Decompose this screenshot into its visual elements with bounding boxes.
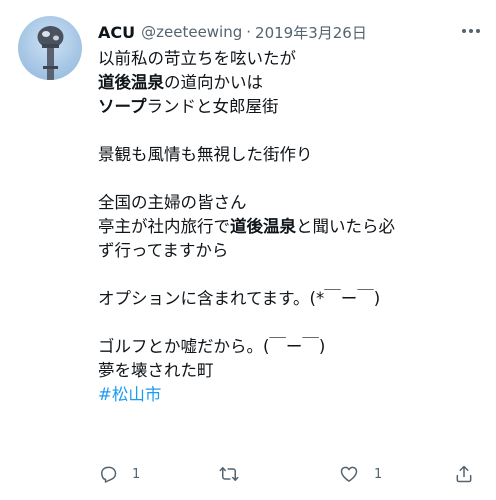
tweet-text-line: 景観も風情も無視した街作り (98, 143, 480, 167)
like-icon (338, 464, 360, 484)
tweet-text-line: 亭主が社内旅行で道後温泉と聞いたら必 (98, 215, 480, 239)
text-segment: と聞いたら必 (296, 217, 395, 236)
tweet-date[interactable]: 2019年3月26日 (255, 22, 367, 43)
reply-icon (98, 464, 118, 484)
tweet-header: ACU @zeeteewing · 2019年3月26日 (98, 19, 484, 45)
bold-text: ソープ (98, 97, 147, 116)
text-segment: ゴルフとか嘘だから。(￣ー￣) (98, 337, 326, 356)
tweet-text-line: ゴルフとか嘘だから。(￣ー￣) (98, 335, 480, 359)
tweet-text-line: #松山市 (98, 383, 480, 407)
author-name[interactable]: ACU (98, 23, 135, 42)
text-segment: の道向かいは (164, 73, 263, 92)
tweet-actions: 1 1 (98, 460, 480, 488)
tweet-text-line: 夢を壊された町 (98, 359, 480, 383)
text-segment: 全国の主婦の皆さん (98, 193, 247, 212)
bold-text: 道後温泉 (98, 73, 164, 92)
tweet-text-line: ず行ってますから (98, 239, 480, 263)
avatar-image (37, 26, 64, 80)
text-segment: 夢を壊された町 (98, 361, 214, 380)
tweet-text: 以前私の苛立ちを呟いたが 道後温泉の道向かいは ソープランドと女郎屋街 景観も風情も無… (98, 47, 480, 407)
retweet-button[interactable] (218, 460, 254, 488)
text-segment: オプションに含まれてます。(*￣ー￣) (98, 289, 381, 308)
tweet-text-line: 道後温泉の道向かいは (98, 71, 480, 95)
like-count: 1 (374, 466, 383, 482)
text-segment: 以前私の苛立ちを呟いたが (98, 49, 296, 68)
header-separator: · (246, 23, 252, 41)
more-icon (461, 28, 481, 34)
tweet-text-line: ソープランドと女郎屋街 (98, 95, 480, 119)
like-button[interactable]: 1 (338, 460, 382, 488)
share-button[interactable] (454, 460, 474, 488)
tweet-text-line: オプションに含まれてます。(*￣ー￣) (98, 287, 480, 311)
reply-button[interactable]: 1 (98, 460, 140, 488)
text-segment: 亭主が社内旅行で (98, 217, 230, 236)
retweet-icon (218, 464, 240, 484)
tweet-text-line: 以前私の苛立ちを呟いたが (98, 47, 480, 71)
hashtag-link[interactable]: #松山市 (98, 385, 161, 404)
tweet-text-line: 全国の主婦の皆さん (98, 191, 480, 215)
avatar[interactable] (18, 16, 82, 80)
author-handle[interactable]: @zeeteewing (141, 23, 242, 41)
more-button[interactable] (458, 20, 484, 42)
text-segment: 景観も風情も無視した街作り (98, 145, 313, 164)
reply-count: 1 (132, 466, 141, 482)
text-segment: ず行ってますから (98, 241, 229, 260)
bold-text: 道後温泉 (230, 217, 296, 236)
text-segment: ランドと女郎屋街 (146, 97, 279, 116)
share-icon (454, 464, 474, 484)
